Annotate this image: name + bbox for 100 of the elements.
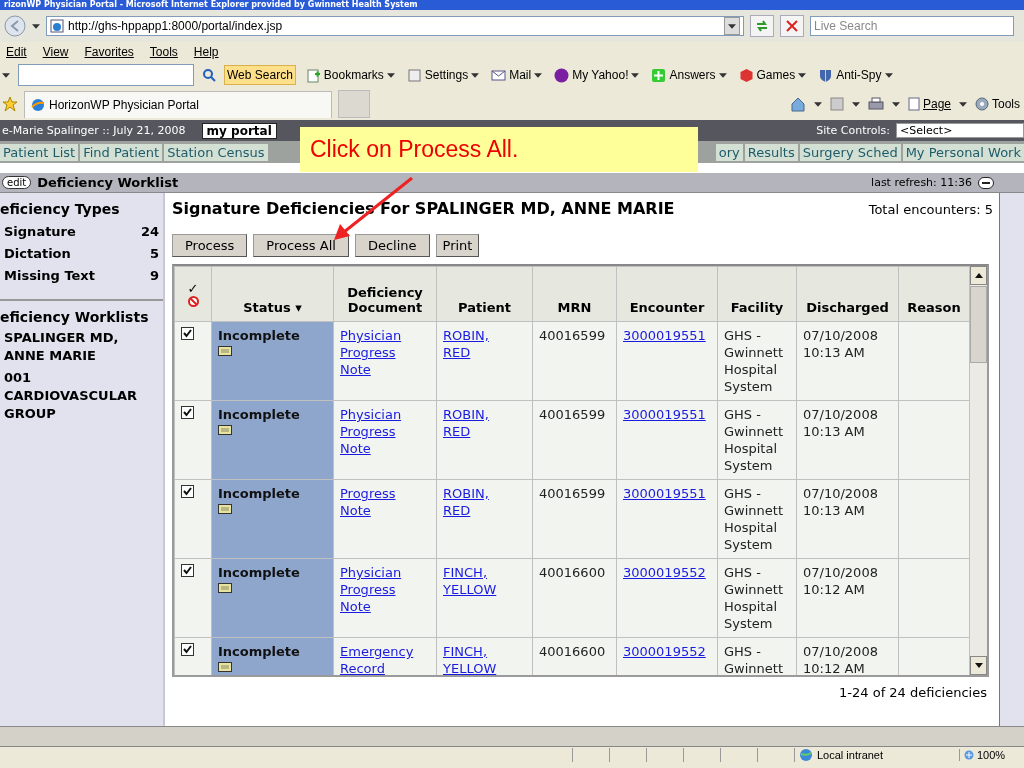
caret-icon[interactable]	[884, 72, 893, 78]
window-title: rizonWP Physician Portal - Microsoft Internet Explorer provided by Gwinnett Health System	[0, 0, 1024, 10]
note-icon[interactable]	[218, 662, 232, 672]
user-date-text: e-Marie Spalinger :: July 21, 2008	[2, 124, 186, 137]
browser-tab[interactable]: HorizonWP Physician Portal	[24, 90, 332, 118]
action-button[interactable]: Process	[172, 234, 248, 257]
encounter-link[interactable]: 3000019552	[623, 564, 711, 581]
caret-icon[interactable]	[798, 72, 807, 78]
encounter-link[interactable]: 3000019551	[623, 406, 711, 423]
toolbar-button[interactable]: Answers	[649, 67, 729, 83]
search-field[interactable]: Live Search	[810, 16, 1014, 36]
scrollbar-thumb[interactable]	[970, 286, 987, 363]
caret-icon[interactable]	[851, 101, 860, 107]
web-search-button[interactable]: Web Search	[224, 65, 296, 85]
encounter-link[interactable]: 3000019551	[623, 327, 711, 344]
column-header[interactable]: Reason	[898, 266, 970, 322]
column-header[interactable]: Encounter	[616, 266, 718, 322]
column-header[interactable]: Deficiency Document	[333, 266, 437, 322]
note-icon[interactable]	[218, 346, 232, 356]
action-button[interactable]: Decline	[354, 234, 430, 257]
note-icon[interactable]	[218, 425, 232, 435]
table-cell: 07/10/2008 10:12 AM	[796, 558, 899, 638]
refresh-button[interactable]	[750, 15, 774, 37]
toolbar-button[interactable]: Anti-Spy	[816, 67, 895, 83]
collapse-icon[interactable]	[978, 176, 994, 189]
home-icon[interactable]	[789, 96, 806, 112]
encounter-link[interactable]: 3000019551	[623, 485, 711, 502]
toolbar-search-field[interactable]	[18, 64, 194, 86]
toolbar-button[interactable]: Settings	[404, 67, 482, 83]
column-header[interactable]: ✓	[174, 266, 212, 322]
nav-link[interactable]: Results	[744, 143, 798, 161]
toolbar-button[interactable]: Bookmarks	[303, 67, 397, 83]
page-icon	[907, 97, 920, 111]
note-icon[interactable]	[218, 504, 232, 514]
caret-icon[interactable]	[718, 72, 727, 78]
page-scrollbar[interactable]	[1000, 193, 1024, 726]
menu-item[interactable]: Help	[193, 45, 219, 59]
checkbox[interactable]	[181, 564, 194, 577]
page-menu[interactable]: Page	[907, 97, 951, 111]
checkbox[interactable]	[181, 485, 194, 498]
nav-link[interactable]: Find Patient	[80, 143, 163, 161]
caret-icon[interactable]	[471, 72, 480, 78]
caret-icon[interactable]	[891, 101, 900, 107]
checkbox[interactable]	[181, 643, 194, 656]
toolbar-button[interactable]: Mail	[489, 67, 545, 83]
star-icon[interactable]	[2, 96, 18, 112]
menu-item[interactable]: Edit	[6, 45, 27, 59]
plus-icon	[651, 67, 667, 83]
menu-item[interactable]: Tools	[149, 45, 178, 59]
horizontal-scrollbar[interactable]	[0, 726, 1024, 747]
toolbar-button[interactable]: My Yahoo!	[552, 67, 642, 83]
search-icon[interactable]	[202, 68, 216, 82]
action-button[interactable]: Process All	[253, 234, 349, 257]
printer-icon[interactable]	[867, 97, 884, 111]
nav-link[interactable]: ory	[715, 143, 743, 161]
tools-menu[interactable]: Tools	[975, 97, 1020, 111]
caret-icon[interactable]	[728, 23, 736, 29]
checkbox[interactable]	[181, 327, 194, 340]
worklist-link[interactable]: SPALINGER MD, ANNE MARIE	[0, 329, 163, 369]
pagination-text: 1-24 of 24 deficiencies	[838, 685, 988, 700]
square-icon	[406, 67, 422, 83]
caret-icon[interactable]	[813, 101, 822, 107]
caret-icon[interactable]	[959, 101, 967, 107]
site-controls-select[interactable]: <Select>	[896, 123, 1024, 138]
caret-icon[interactable]	[32, 23, 40, 29]
caret-icon[interactable]	[386, 72, 395, 78]
caret-icon[interactable]	[534, 72, 543, 78]
column-header[interactable]: Facility	[717, 266, 797, 322]
column-header[interactable]: Patient	[436, 266, 533, 322]
column-header[interactable]: MRN	[532, 266, 617, 322]
nav-link[interactable]: Patient List	[0, 143, 79, 161]
caret-icon[interactable]	[2, 72, 10, 78]
menu-item[interactable]: View	[42, 45, 69, 59]
deficiency-type-link[interactable]: Signature	[4, 221, 76, 243]
deficiency-type-link[interactable]: Missing Text	[4, 265, 95, 287]
zoom-icon	[964, 750, 974, 760]
note-icon[interactable]	[218, 583, 232, 593]
edit-button[interactable]: edit	[2, 176, 32, 189]
worklist-link[interactable]: 001 CARDIOVASCULAR GROUP	[0, 369, 163, 427]
portal-tab[interactable]: my portal	[201, 122, 277, 139]
menu-item[interactable]: Favorites	[84, 45, 134, 59]
checkbox[interactable]	[181, 406, 194, 419]
table-cell: GHS - Gwinnett Hospital System	[717, 558, 797, 638]
last-refresh-text: last refresh: 11:36	[871, 176, 972, 189]
toolbar-button[interactable]: Games	[736, 67, 809, 83]
select-all-text: ✓	[187, 281, 199, 296]
address-field[interactable]: http://ghs-hppapp1:8000/portal/index.jsp	[46, 16, 744, 36]
table-cell: 07/10/2008 10:13 AM	[796, 479, 899, 559]
nav-link[interactable]: Surgery Sched	[799, 143, 901, 161]
action-button[interactable]: Print	[435, 234, 480, 257]
table-cell: 07/10/2008 10:13 AM	[796, 400, 899, 480]
caret-icon[interactable]	[631, 72, 640, 78]
stop-button[interactable]	[780, 15, 804, 37]
column-header[interactable]: Discharged	[796, 266, 899, 322]
zoom-button[interactable]: 100%	[959, 749, 1024, 761]
deficiency-type-link[interactable]: Dictation	[4, 243, 71, 265]
column-header[interactable]: Status ▾	[211, 266, 334, 322]
vertical-scrollbar[interactable]	[970, 266, 987, 675]
nav-link[interactable]: My Personal Work	[902, 143, 1024, 161]
nav-link[interactable]: Station Census	[164, 143, 268, 161]
